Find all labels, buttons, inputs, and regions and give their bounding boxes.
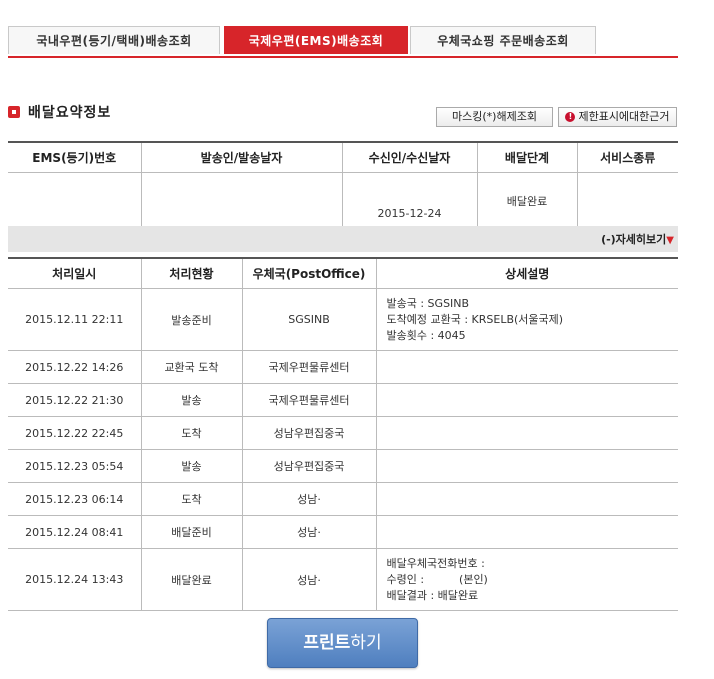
- tab-domestic-tracking[interactable]: 국내우편(등기/택배)배송조회: [8, 26, 220, 54]
- col-status: 처리현황: [141, 258, 243, 289]
- print-label-rest: 하기: [350, 633, 382, 653]
- row-description: 발송국 : SGSINB 도착예정 교환국 : KRSELB(서울국제) 발송횟…: [376, 288, 678, 351]
- col-description: 상세설명: [376, 258, 678, 289]
- section-bullet-icon: [8, 106, 20, 118]
- row-datetime: 2015.12.22 14:26: [8, 350, 142, 384]
- detail-toggle[interactable]: (-)자세히보기▼: [601, 231, 674, 247]
- row-datetime: 2015.12.24 08:41: [8, 515, 142, 549]
- summary-header-row: EMS(등기)번호 발송인/발송날자 수신인/수신날자 배달단계 서비스종류: [8, 142, 678, 173]
- row-office: 국제우편물류센터: [242, 350, 377, 384]
- row-description: [376, 449, 678, 483]
- restriction-info-label: 제한표시에대한근거: [578, 110, 670, 123]
- desc-line: 수령인 : (본인): [386, 572, 488, 586]
- table-row: 2015.12.23 05:54 발송 성남우편집중국: [8, 449, 678, 483]
- row-datetime: 2015.12.22 22:45: [8, 416, 142, 450]
- table-row: 2015.12.22 21:30 발송 국제우편물류센터: [8, 383, 678, 417]
- alert-icon: !: [565, 112, 576, 122]
- row-description: [376, 350, 678, 384]
- desc-line: 배달결과 : 배달완료: [386, 588, 479, 602]
- row-status: 도착: [141, 482, 243, 516]
- desc-line: 발송횟수 : 4045: [386, 328, 466, 342]
- row-status: 교환국 도착: [141, 350, 243, 384]
- restriction-info-button[interactable]: ! 제한표시에대한근거: [558, 107, 677, 127]
- row-office: 성남·: [242, 548, 377, 611]
- summary-row: 2015-12-24 배달완료: [8, 172, 678, 229]
- table-row: 2015.12.22 22:45 도착 성남우편집중국: [8, 416, 678, 450]
- tab-ems-tracking[interactable]: 국제우편(EMS)배송조회: [224, 26, 408, 54]
- table-row: 2015.12.11 22:11 발송준비 SGSINB 발송국 : SGSIN…: [8, 288, 678, 351]
- detail-toggle-label: (-)자세히보기: [601, 233, 667, 246]
- row-office: 성남우편집중국: [242, 416, 377, 450]
- row-description: [376, 515, 678, 549]
- col-ems-number: EMS(등기)번호: [8, 142, 142, 173]
- tab-shopping-tracking[interactable]: 우체국쇼핑 주문배송조회: [410, 26, 596, 54]
- row-office: 성남·: [242, 482, 377, 516]
- row-description: 배달우체국전화번호 : 수령인 : (본인) 배달결과 : 배달완료: [376, 548, 678, 611]
- col-datetime: 처리일시: [8, 258, 142, 289]
- unmask-button[interactable]: 마스킹(*)해제조회: [436, 107, 553, 127]
- row-status: 도착: [141, 416, 243, 450]
- row-description: [376, 416, 678, 450]
- row-status: 발송: [141, 449, 243, 483]
- row-office: 성남·: [242, 515, 377, 549]
- section-title: 배달요약정보: [28, 105, 112, 121]
- triangle-down-icon: ▼: [666, 235, 674, 246]
- row-datetime: 2015.12.24 13:43: [8, 548, 142, 611]
- table-row: 2015.12.24 13:43 배달완료 성남· 배달우체국전화번호 : 수령…: [8, 548, 678, 611]
- row-datetime: 2015.12.11 22:11: [8, 288, 142, 351]
- detail-bar: (-)자세히보기▼: [8, 226, 678, 252]
- col-sender: 발송인/발송날자: [141, 142, 343, 173]
- row-office: 국제우편물류센터: [242, 383, 377, 417]
- ems-number: [8, 172, 142, 229]
- table-row: 2015.12.24 08:41 배달준비 성남·: [8, 515, 678, 549]
- row-office: 성남우편집중국: [242, 449, 377, 483]
- recipient-date: 2015-12-24: [342, 172, 478, 229]
- print-button[interactable]: 프린트하기: [267, 618, 418, 668]
- col-delivery-stage: 배달단계: [477, 142, 578, 173]
- row-description: [376, 482, 678, 516]
- table-row: 2015.12.22 14:26 교환국 도착 국제우편물류센터: [8, 350, 678, 384]
- section-header: 배달요약정보: [8, 102, 111, 122]
- row-status: 배달준비: [141, 515, 243, 549]
- row-status: 발송: [141, 383, 243, 417]
- row-office: SGSINB: [242, 288, 377, 351]
- desc-line: 도착예정 교환국 : KRSELB(서울국제): [386, 312, 564, 326]
- row-description: [376, 383, 678, 417]
- table-row: 2015.12.23 06:14 도착 성남·: [8, 482, 678, 516]
- col-recipient: 수신인/수신날자: [342, 142, 478, 173]
- summary-table: EMS(등기)번호 발송인/발송날자 수신인/수신날자 배달단계 서비스종류 2…: [8, 141, 678, 229]
- col-post-office: 우체국(PostOffice): [242, 258, 377, 289]
- tracking-detail-table: 처리일시 처리현황 우체국(PostOffice) 상세설명 2015.12.1…: [8, 257, 678, 611]
- tab-bar: 국내우편(등기/택배)배송조회 국제우편(EMS)배송조회 우체국쇼핑 주문배송…: [8, 26, 678, 58]
- row-status: 발송준비: [141, 288, 243, 351]
- row-datetime: 2015.12.22 21:30: [8, 383, 142, 417]
- desc-line: 발송국 : SGSINB: [386, 296, 470, 310]
- delivery-stage: 배달완료: [477, 172, 578, 229]
- col-service-type: 서비스종류: [577, 142, 678, 173]
- desc-line: 배달우체국전화번호 :: [386, 556, 485, 570]
- sender-info: [141, 172, 343, 229]
- row-datetime: 2015.12.23 06:14: [8, 482, 142, 516]
- detail-header-row: 처리일시 처리현황 우체국(PostOffice) 상세설명: [8, 258, 678, 289]
- row-datetime: 2015.12.23 05:54: [8, 449, 142, 483]
- service-type: [577, 172, 678, 229]
- row-status: 배달완료: [141, 548, 243, 611]
- print-label-strong: 프린트: [303, 633, 351, 653]
